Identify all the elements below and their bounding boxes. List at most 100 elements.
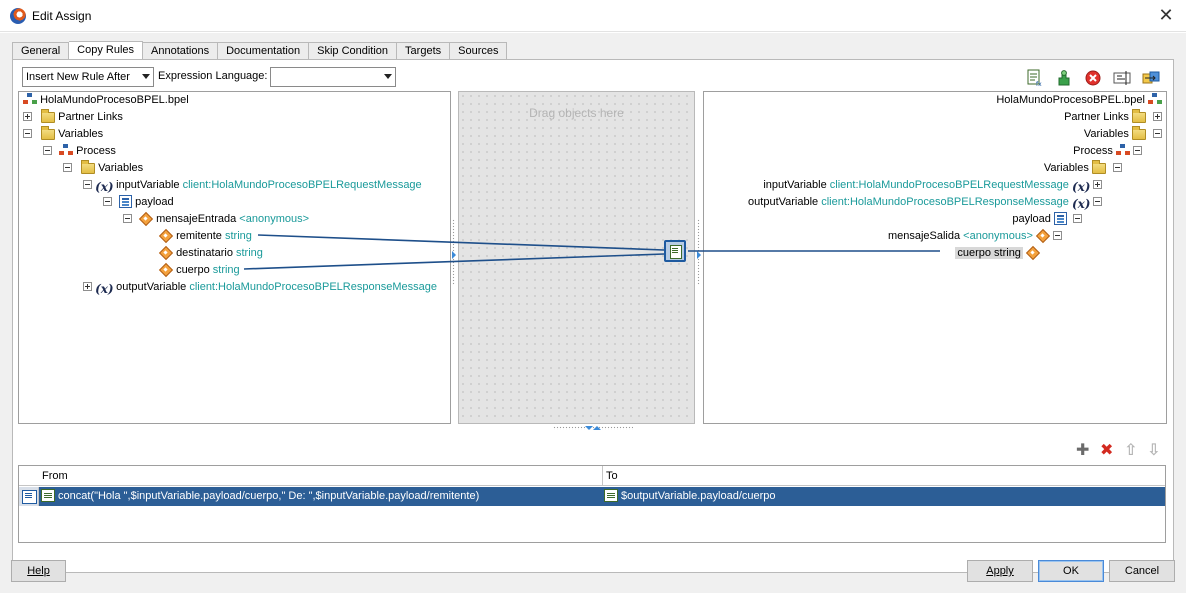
move-up-icon[interactable]: ⇧	[1124, 443, 1137, 459]
tree-node-destinatario[interactable]: destinatario string	[159, 245, 263, 262]
tab-skip-condition[interactable]: Skip Condition	[309, 42, 398, 60]
folder-icon	[1131, 109, 1146, 123]
xpath-icon[interactable]	[1113, 69, 1131, 87]
tab-copy-rules[interactable]: Copy Rules	[69, 41, 143, 60]
tree-node-target-process-variables[interactable]: Variables	[1044, 160, 1122, 177]
bpel-file-icon	[23, 92, 37, 106]
cancel-button[interactable]: Cancel	[1109, 560, 1175, 582]
tab-targets[interactable]: Targets	[397, 42, 451, 60]
tree-node-payload[interactable]: payload	[103, 194, 174, 211]
add-icon[interactable]: ✚	[1076, 443, 1089, 459]
to-cell[interactable]: $outputVariable.payload/cuerpo	[604, 487, 776, 506]
move-down-icon[interactable]: ⇩	[1147, 443, 1160, 459]
help-button[interactable]: Help	[11, 560, 66, 582]
tree-node-process[interactable]: Process	[43, 143, 116, 160]
source-tree-pane[interactable]: HolaMundoProcesoBPEL.bpel Partner Links …	[18, 91, 451, 424]
tree-node-label: Variables	[98, 162, 144, 174]
tree-node-type: client:HolaMundoProcesoBPELRequestMessag…	[829, 179, 1069, 191]
process-icon	[59, 143, 73, 157]
tree-node-output-variable[interactable]: (x) outputVariable client:HolaMundoProce…	[83, 279, 437, 296]
copy-rules-table[interactable]: From To concat("Hola ",$inputVariable.pa…	[18, 465, 1166, 543]
expand-icon[interactable]	[23, 112, 32, 121]
tab-documentation[interactable]: Documentation	[218, 42, 310, 60]
collapse-icon[interactable]	[43, 146, 52, 155]
tree-node-target-variables[interactable]: Variables	[1084, 126, 1162, 143]
column-header-to[interactable]: To	[602, 466, 1165, 486]
tree-node-target-partner-links[interactable]: Partner Links	[1064, 109, 1162, 126]
collapse-icon[interactable]	[1133, 146, 1142, 155]
drag-drop-area[interactable]: Drag objects here	[458, 91, 695, 424]
table-row[interactable]: concat("Hola ",$inputVariable.payload/cu…	[19, 487, 1165, 506]
message-part-icon	[1053, 212, 1067, 225]
insert-mode-select[interactable]: Insert New Rule After	[22, 67, 154, 87]
expression-icon	[604, 489, 618, 502]
collapse-icon[interactable]	[1113, 163, 1122, 172]
tree-node-label: inputVariable	[763, 179, 827, 191]
variable-icon: (x)	[1071, 197, 1091, 211]
tree-node-label: Variables	[1083, 128, 1129, 140]
column-header-from[interactable]: From	[39, 466, 602, 486]
tree-node-label: cuerpo	[176, 264, 210, 276]
link-icon[interactable]	[1142, 69, 1160, 87]
expression-icon[interactable]: fx	[1025, 69, 1043, 87]
tab-general[interactable]: General	[12, 42, 70, 60]
collapse-icon[interactable]	[123, 214, 132, 223]
apply-button[interactable]: Apply	[967, 560, 1033, 582]
collapse-icon[interactable]	[1153, 129, 1162, 138]
target-tree-pane[interactable]: HolaMundoProcesoBPEL.bpel Partner Links …	[703, 91, 1167, 424]
element-icon	[159, 230, 173, 242]
tree-node-variables[interactable]: Variables	[23, 126, 103, 143]
tree-node-target-root[interactable]: HolaMundoProcesoBPEL.bpel	[996, 92, 1162, 109]
tree-node-target-input-variable[interactable]: inputVariable client:HolaMundoProcesoBPE…	[763, 177, 1102, 194]
element-icon	[1026, 247, 1040, 259]
tree-node-process-variables[interactable]: Variables	[63, 160, 143, 177]
tab-sources[interactable]: Sources	[450, 42, 508, 60]
collapse-icon[interactable]	[63, 163, 72, 172]
collapse-icon[interactable]	[83, 180, 92, 189]
tree-node-label: HolaMundoProcesoBPEL.bpel	[996, 94, 1145, 106]
folder-open-icon	[1131, 126, 1146, 140]
message-part-icon	[119, 195, 133, 208]
variable-icon: (x)	[95, 180, 114, 194]
ok-button[interactable]: OK	[1038, 560, 1104, 582]
tab-annotations[interactable]: Annotations	[143, 42, 219, 60]
tree-node-target-process[interactable]: Process	[1073, 143, 1142, 160]
chevron-down-icon	[384, 74, 392, 79]
collapse-icon[interactable]	[1053, 231, 1062, 240]
variable-icon: (x)	[95, 282, 114, 296]
delete-icon[interactable]	[1084, 69, 1102, 87]
tree-node-mensaje-salida[interactable]: mensajeSalida <anonymous>	[888, 228, 1062, 245]
tree-node-target-cuerpo[interactable]: cuerpo string	[955, 245, 1040, 262]
tree-node-source-root[interactable]: HolaMundoProcesoBPEL.bpel	[23, 92, 189, 109]
row-header-icon[interactable]	[19, 487, 39, 506]
tree-node-label: Partner Links	[1064, 111, 1129, 123]
from-cell[interactable]: concat("Hola ",$inputVariable.payload/cu…	[41, 487, 479, 506]
tree-node-label: Process	[1073, 145, 1113, 157]
collapse-icon[interactable]	[1073, 214, 1082, 223]
tree-node-target-payload[interactable]: payload	[1012, 211, 1082, 228]
expand-icon[interactable]	[1153, 112, 1162, 121]
close-button[interactable]: ✕	[1154, 4, 1178, 26]
tree-node-label: Process	[76, 145, 116, 157]
tree-node-cuerpo[interactable]: cuerpo string	[159, 262, 240, 279]
tree-node-partner-links[interactable]: Partner Links	[23, 109, 123, 126]
collapse-icon[interactable]	[1093, 197, 1102, 206]
splitter-down-icon	[585, 426, 593, 430]
collapse-icon[interactable]	[23, 129, 32, 138]
tree-node-remitente[interactable]: remitente string	[159, 228, 252, 245]
element-icon	[159, 247, 173, 259]
remove-icon[interactable]: ✖	[1100, 443, 1113, 459]
expression-language-select[interactable]	[270, 67, 396, 87]
tree-node-type: client:HolaMundoProcesoBPELResponseMessa…	[821, 196, 1069, 208]
expand-icon[interactable]	[1093, 180, 1102, 189]
tab-strip: General Copy Rules Annotations Documenta…	[12, 41, 508, 60]
add-rule-icon[interactable]	[1055, 69, 1073, 87]
tree-node-input-variable[interactable]: (x) inputVariable client:HolaMundoProces…	[83, 177, 422, 194]
expression-function-node[interactable]	[664, 240, 686, 262]
expand-icon[interactable]	[83, 282, 92, 291]
app-icon	[10, 8, 26, 24]
collapse-icon[interactable]	[103, 197, 112, 206]
tree-node-mensaje-entrada[interactable]: mensajeEntrada <anonymous>	[123, 211, 309, 228]
element-icon	[1036, 230, 1050, 242]
tree-node-target-output-variable[interactable]: outputVariable client:HolaMundoProcesoBP…	[748, 194, 1102, 211]
